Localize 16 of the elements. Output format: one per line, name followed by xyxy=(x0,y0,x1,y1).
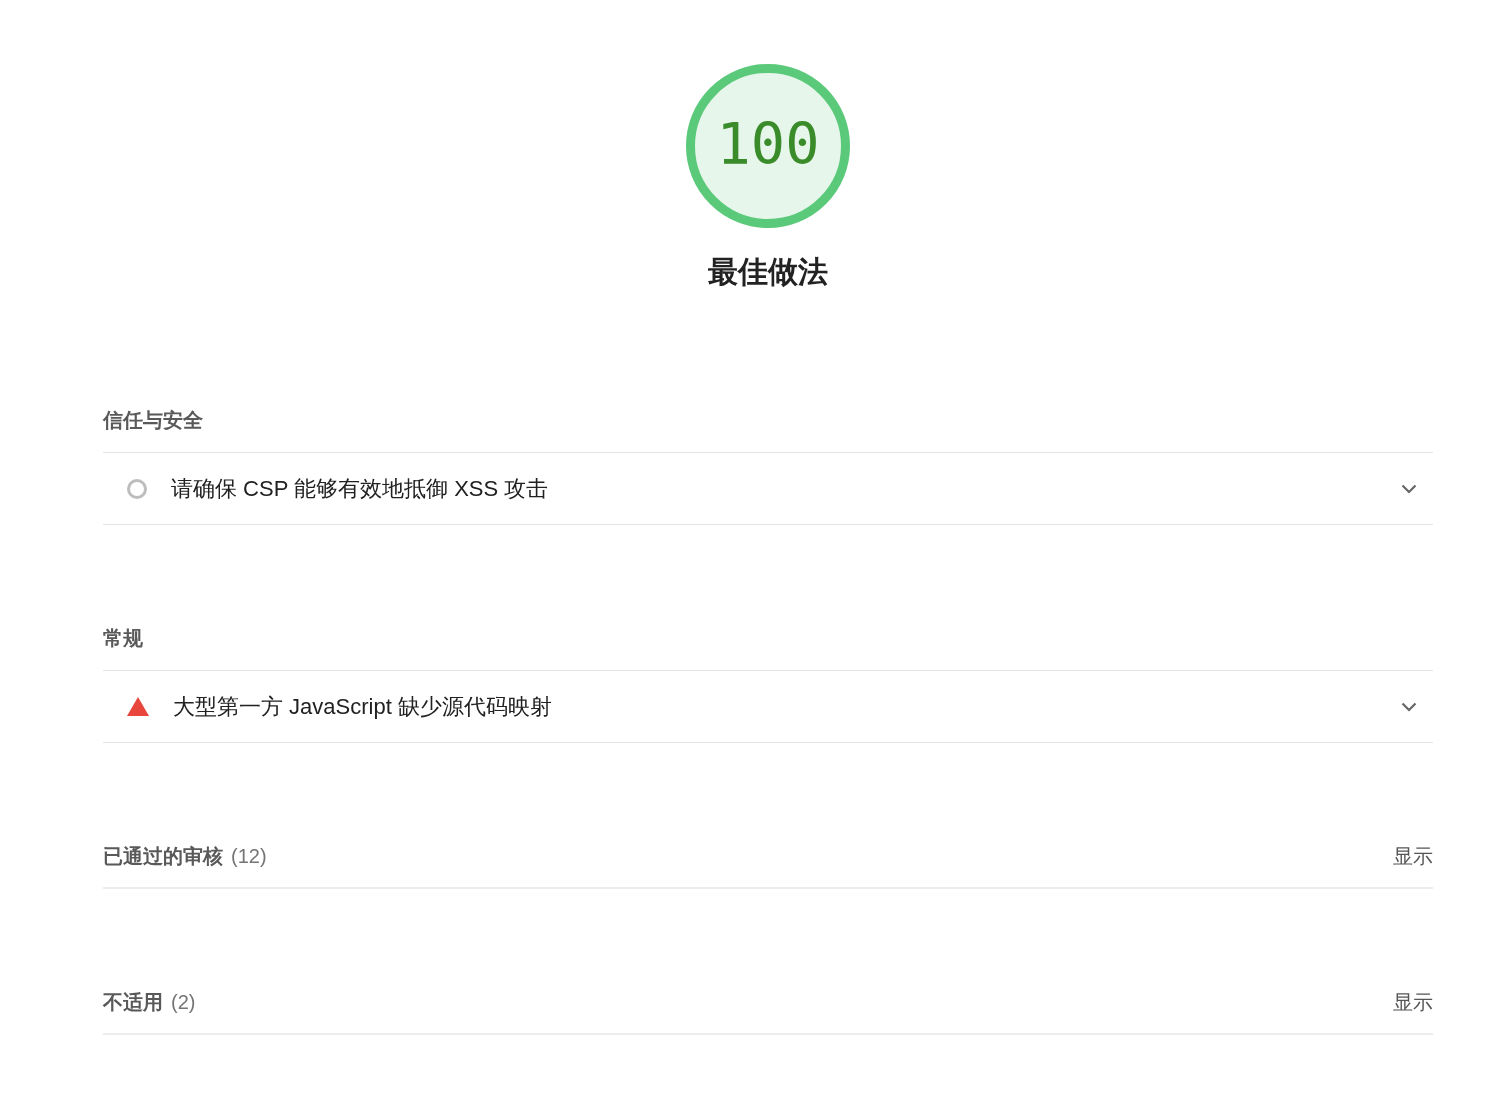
triangle-icon xyxy=(127,697,149,716)
chevron-icon[interactable] xyxy=(1401,701,1417,712)
show-toggle[interactable]: 显示 xyxy=(1393,986,1433,1018)
score-value: 100 xyxy=(716,116,820,174)
audit-title: 大型第一方 JavaScript 缺少源代码映射 xyxy=(173,692,552,721)
circle-icon xyxy=(127,478,147,499)
audit-title: 请确保 CSP 能够有效地抵御 XSS 攻击 xyxy=(171,474,549,503)
group-title: 信任与安全 xyxy=(103,408,203,433)
category-title: 最佳做法 xyxy=(708,254,828,290)
group-title: 常规 xyxy=(103,626,143,651)
show-toggle[interactable]: 显示 xyxy=(1393,840,1433,872)
clump-title: 已通过的审核 xyxy=(103,844,223,869)
clump-title: 不适用 xyxy=(103,990,163,1015)
audit-count: (2) xyxy=(171,990,196,1015)
audit-count: (12) xyxy=(231,844,267,869)
chevron-icon[interactable] xyxy=(1401,483,1417,494)
